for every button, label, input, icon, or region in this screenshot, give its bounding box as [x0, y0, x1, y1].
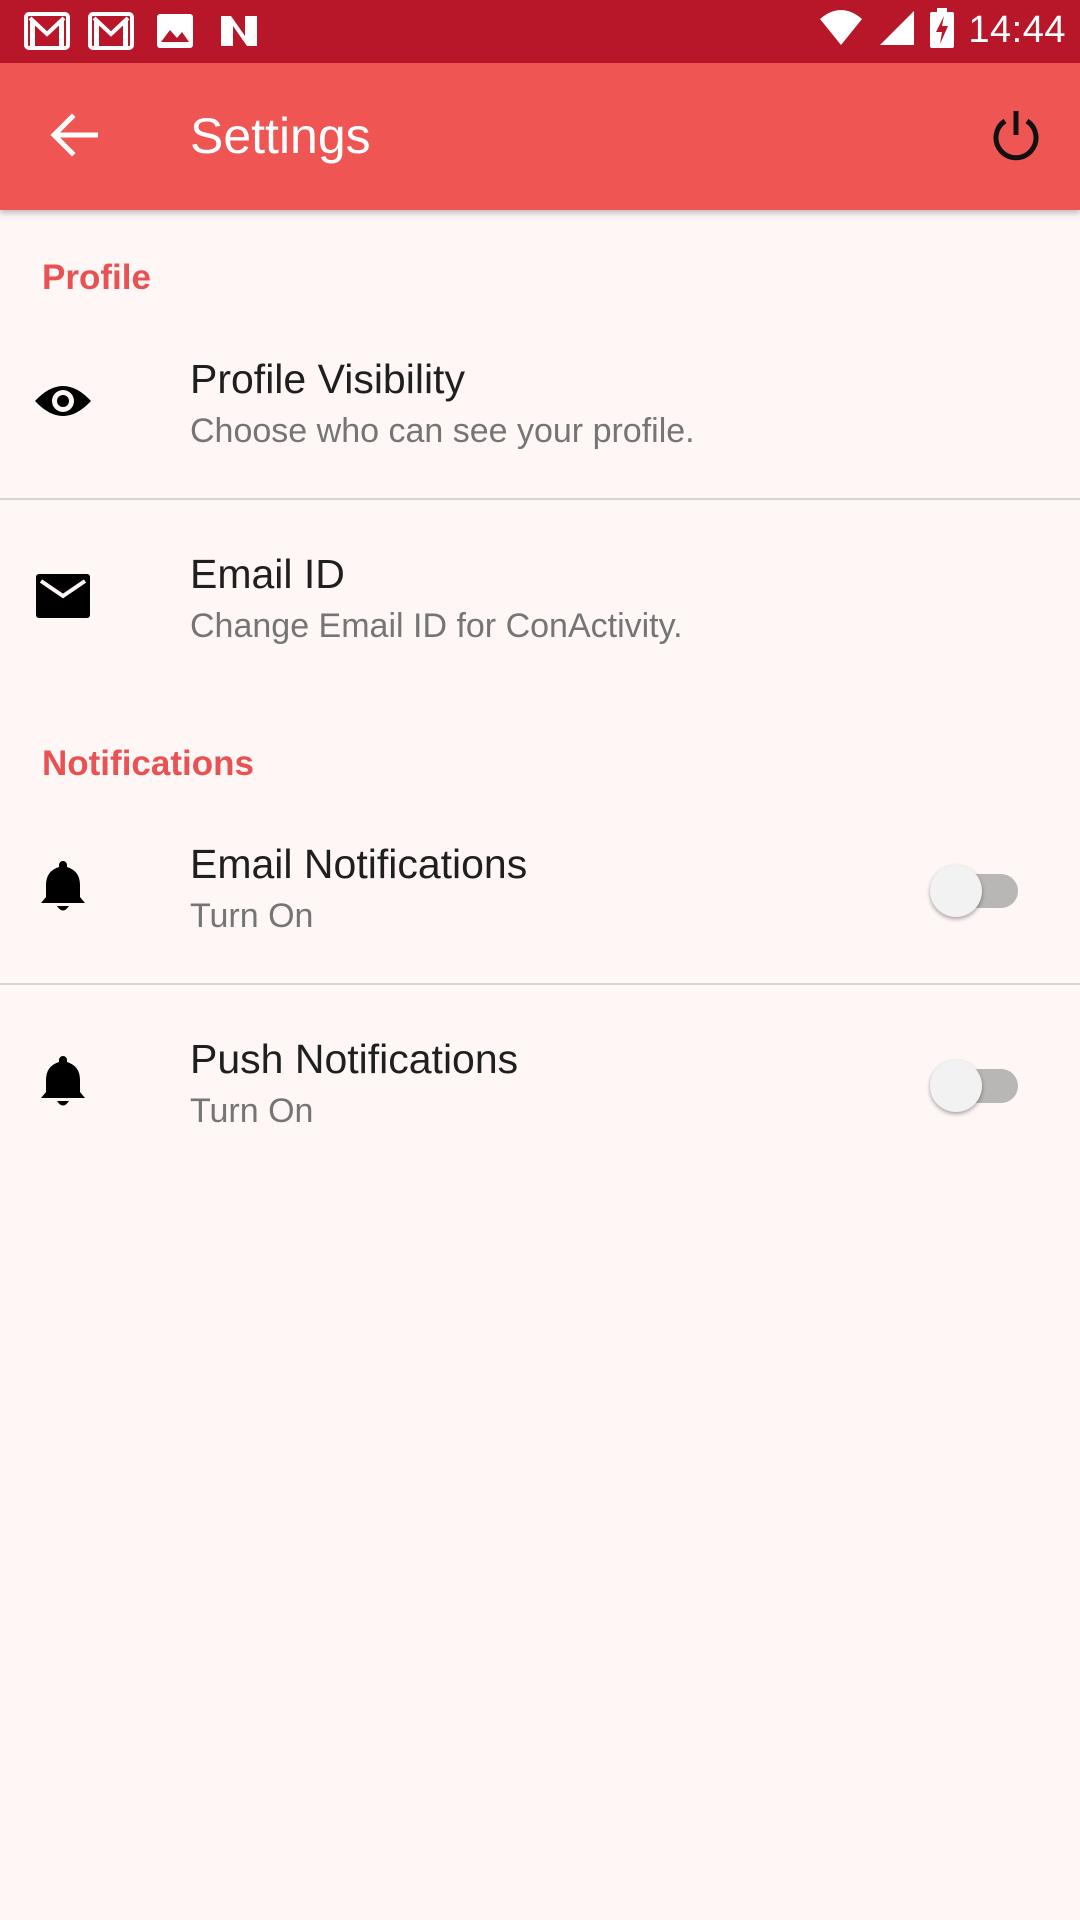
back-button[interactable] [40, 103, 108, 171]
profile-visibility-subtitle: Choose who can see your profile. [190, 412, 695, 450]
bell-icon [30, 853, 96, 919]
status-system-icons: 14:44 [818, 8, 1066, 53]
eye-icon [30, 368, 96, 434]
status-bar: 14:44 [0, 0, 1080, 63]
email-notifications-subtitle: Turn On [190, 897, 314, 935]
status-notification-icons [24, 10, 262, 52]
battery-charging-icon [930, 8, 955, 53]
profile-visibility-title: Profile Visibility [190, 356, 465, 402]
mail-icon [30, 563, 96, 629]
divider [0, 498, 1080, 500]
section-header-profile: Profile [42, 258, 151, 297]
divider [0, 983, 1080, 985]
app-bar: Settings [0, 63, 1080, 210]
push-notifications-item[interactable]: Push Notifications Turn On [0, 990, 1080, 1180]
toggle-thumb [930, 1060, 982, 1112]
email-notifications-item[interactable]: Email Notifications Turn On [0, 795, 1080, 985]
push-notifications-subtitle: Turn On [190, 1092, 314, 1130]
wifi-icon [818, 9, 864, 52]
push-notifications-title: Push Notifications [190, 1036, 519, 1082]
profile-visibility-item[interactable]: Profile Visibility Choose who can see yo… [0, 310, 1080, 500]
power-button[interactable] [982, 103, 1050, 171]
power-icon [990, 109, 1042, 166]
gmail-icon [88, 10, 134, 52]
arrow-back-icon [50, 112, 99, 162]
email-id-title: Email ID [190, 551, 345, 597]
signal-icon [878, 9, 916, 52]
status-time: 14:44 [968, 9, 1066, 51]
gmail-icon [24, 10, 70, 52]
section-header-notifications: Notifications [42, 744, 254, 783]
email-notifications-title: Email Notifications [190, 841, 528, 887]
email-id-item[interactable]: Email ID Change Email ID for ConActivity… [0, 505, 1080, 695]
email-id-subtitle: Change Email ID for ConActivity. [190, 607, 683, 645]
image-icon [152, 10, 198, 52]
n-app-icon [216, 10, 262, 52]
email-notifications-toggle[interactable] [930, 857, 1018, 917]
page-title: Settings [190, 108, 371, 164]
push-notifications-toggle[interactable] [930, 1052, 1018, 1112]
bell-icon [30, 1048, 96, 1114]
toggle-thumb [930, 865, 982, 917]
